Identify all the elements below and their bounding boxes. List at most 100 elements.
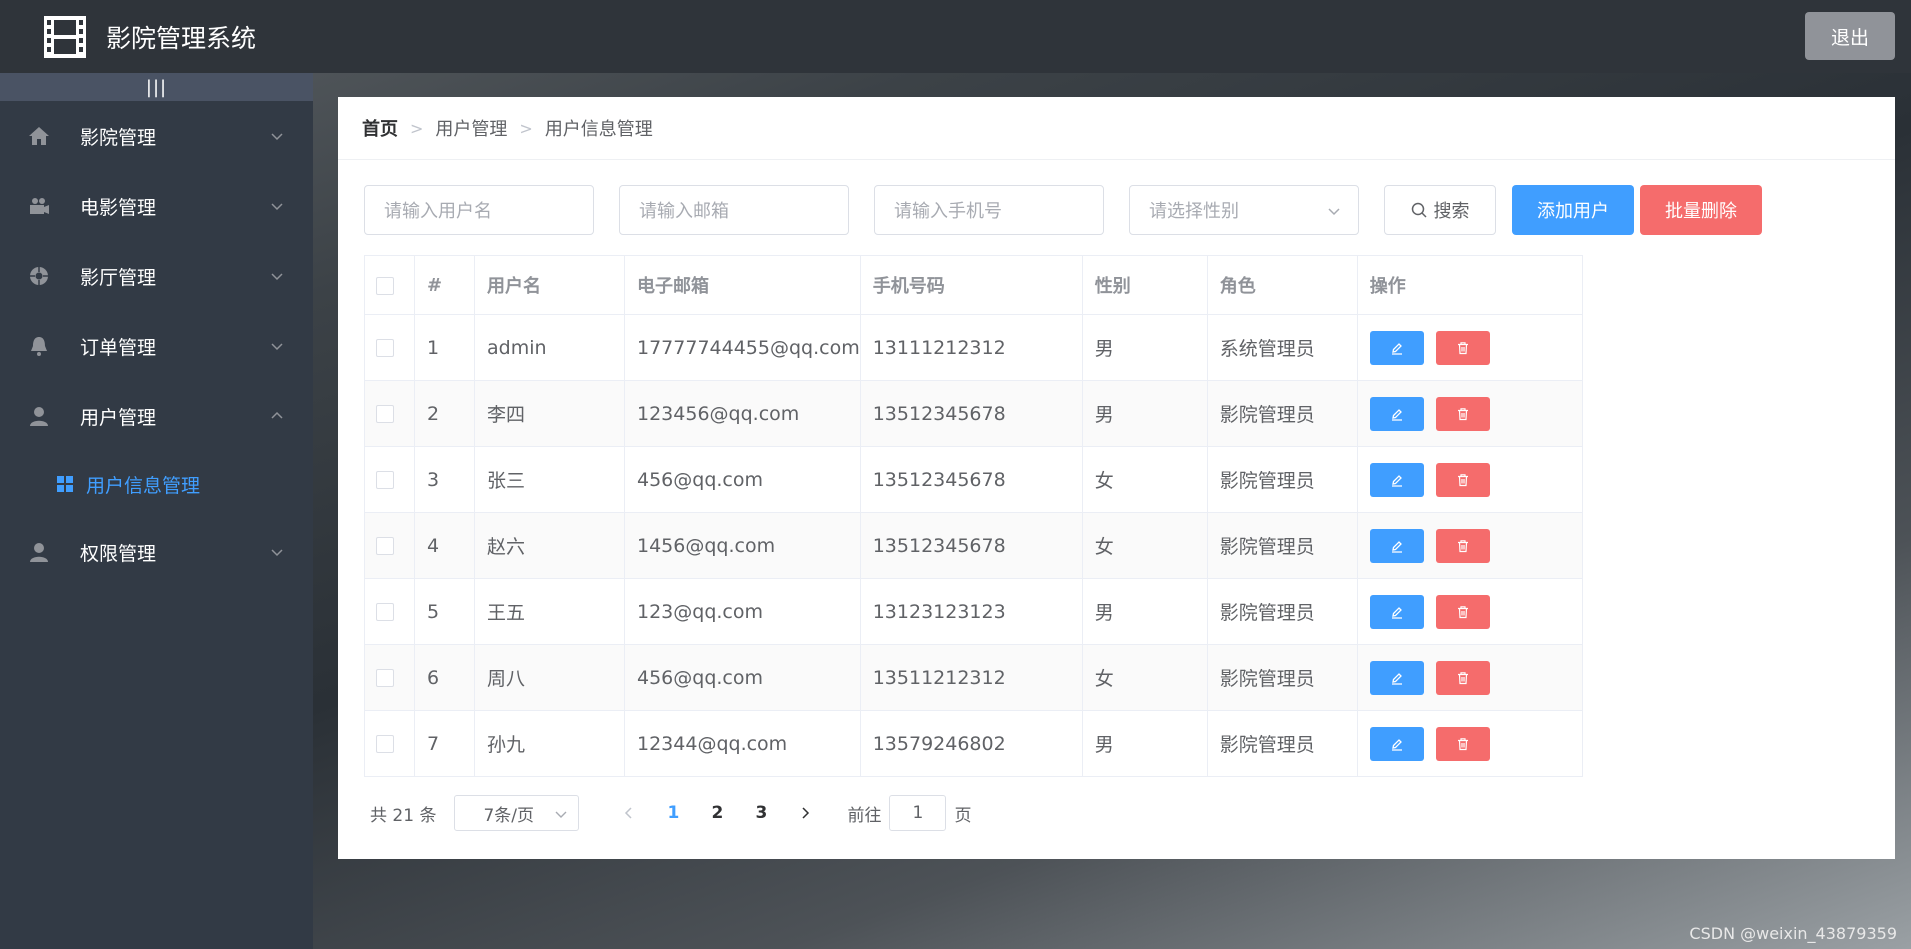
column-header-gender: 性别 xyxy=(1081,255,1208,315)
cell-role: 影院管理员 xyxy=(1206,380,1358,447)
camera-icon xyxy=(26,193,52,219)
sidebar-subitem-label: 用户信息管理 xyxy=(86,474,201,497)
edit-button[interactable] xyxy=(1369,726,1424,761)
row-checkbox[interactable] xyxy=(376,405,394,423)
search-button[interactable]: 搜索 xyxy=(1384,185,1496,235)
edit-button[interactable] xyxy=(1369,660,1424,695)
aperture-icon xyxy=(26,263,52,289)
cell-username: 周八 xyxy=(474,644,625,711)
delete-button[interactable] xyxy=(1435,330,1490,365)
cell-gender: 女 xyxy=(1081,446,1208,513)
row-checkbox[interactable] xyxy=(376,603,394,621)
cell-actions xyxy=(1356,380,1583,447)
select-all-checkbox[interactable] xyxy=(376,276,394,295)
column-header-username: 用户名 xyxy=(474,255,625,315)
row-checkbox[interactable] xyxy=(376,471,394,489)
cell-email: 1456@qq.com xyxy=(624,512,861,579)
edit-button[interactable] xyxy=(1369,396,1424,431)
sidebar-item-permission[interactable]: 权限管理 xyxy=(0,517,313,587)
row-select-cell xyxy=(364,446,415,513)
breadcrumb-home[interactable]: 首页 xyxy=(362,115,398,141)
edit-button[interactable] xyxy=(1369,594,1424,629)
edit-button[interactable] xyxy=(1369,462,1424,497)
cell-gender: 男 xyxy=(1081,380,1208,447)
sidebar-subitem-user-info[interactable]: 用户信息管理 xyxy=(0,451,313,517)
sidebar-item-movie[interactable]: 电影管理 xyxy=(0,171,313,241)
cell-username: 张三 xyxy=(474,446,625,513)
sidebar-collapse-toggle[interactable]: ||| xyxy=(0,73,313,101)
logout-button[interactable]: 退出 xyxy=(1805,12,1895,60)
goto-page-input[interactable]: 1 xyxy=(889,795,947,831)
row-checkbox[interactable] xyxy=(376,537,394,555)
page-1[interactable]: 1 xyxy=(651,803,695,823)
sidebar-item-order[interactable]: 订单管理 xyxy=(0,311,313,381)
cell-phone: 13512345678 xyxy=(859,446,1083,513)
cell-actions xyxy=(1356,578,1583,645)
chevron-down-icon xyxy=(1326,203,1342,219)
email-input[interactable]: 请输入邮箱 xyxy=(619,185,849,235)
cell-username: 王五 xyxy=(474,578,625,645)
row-select-cell xyxy=(364,644,415,711)
delete-button[interactable] xyxy=(1435,594,1490,629)
cell-email: 456@qq.com xyxy=(624,644,861,711)
page-3[interactable]: 3 xyxy=(739,803,783,823)
sidebar-item-label: 用户管理 xyxy=(80,406,157,429)
breadcrumb: 首页 > 用户管理 > 用户信息管理 xyxy=(338,97,1895,160)
chevron-down-icon xyxy=(269,337,285,353)
delete-button[interactable] xyxy=(1435,528,1490,563)
delete-button[interactable] xyxy=(1435,660,1490,695)
trash-icon xyxy=(1457,539,1468,552)
cell-actions xyxy=(1356,512,1583,579)
trash-icon xyxy=(1457,737,1468,750)
home-icon xyxy=(26,123,52,149)
cell-email: 17777744455@qq.com xyxy=(624,314,861,381)
row-checkbox[interactable] xyxy=(376,735,394,753)
sidebar-item-cinema[interactable]: 影院管理 xyxy=(0,101,313,171)
page-size-select[interactable]: 7条/页 xyxy=(454,795,580,831)
cell-actions xyxy=(1356,446,1583,513)
edit-icon xyxy=(1391,672,1402,685)
sidebar-item-label: 订单管理 xyxy=(80,336,157,359)
sidebar-item-user[interactable]: 用户管理 xyxy=(0,381,313,451)
cell-index: 1 xyxy=(414,314,475,381)
grid-icon xyxy=(56,474,76,494)
page-size-value: 7条/页 xyxy=(483,805,534,826)
gender-select[interactable]: 请选择性别 xyxy=(1129,185,1359,235)
delete-button[interactable] xyxy=(1435,462,1490,497)
row-select-cell xyxy=(364,314,415,381)
phone-input[interactable]: 请输入手机号 xyxy=(874,185,1104,235)
search-icon xyxy=(1411,202,1428,219)
select-all-cell xyxy=(364,255,415,315)
cell-actions xyxy=(1356,710,1583,777)
chevron-up-icon xyxy=(269,407,285,423)
delete-button[interactable] xyxy=(1435,396,1490,431)
next-page-icon[interactable] xyxy=(783,806,827,820)
cell-index: 2 xyxy=(414,380,475,447)
table-body: 1 admin 17777744455@qq.com 13111212312 男系统管理… xyxy=(364,314,1583,777)
table-row: 6 周八 456@qq.com 13511212312 女影院管理员 xyxy=(364,644,1583,711)
cell-email: 456@qq.com xyxy=(624,446,861,513)
edit-button[interactable] xyxy=(1369,330,1424,365)
batch-delete-button[interactable]: 批量删除 xyxy=(1640,185,1762,235)
cell-phone: 13511212312 xyxy=(859,644,1083,711)
prev-page-icon[interactable] xyxy=(607,806,651,820)
username-input[interactable]: 请输入用户名 xyxy=(364,185,594,235)
row-checkbox[interactable] xyxy=(376,339,394,357)
add-user-button[interactable]: 添加用户 xyxy=(1512,185,1634,235)
cell-index: 5 xyxy=(414,578,475,645)
breadcrumb-user-management: 用户管理 xyxy=(435,119,508,140)
cell-role: 系统管理员 xyxy=(1206,314,1358,381)
cell-role: 影院管理员 xyxy=(1206,446,1358,513)
column-header-email: 电子邮箱 xyxy=(624,255,861,315)
sidebar-item-label: 影院管理 xyxy=(80,126,157,149)
cell-username: 孙九 xyxy=(474,710,625,777)
page-2[interactable]: 2 xyxy=(695,803,739,823)
sidebar-item-hall[interactable]: 影厅管理 xyxy=(0,241,313,311)
goto-prefix: 前往 xyxy=(847,805,882,826)
row-checkbox[interactable] xyxy=(376,669,394,687)
cell-email: 12344@qq.com xyxy=(624,710,861,777)
edit-button[interactable] xyxy=(1369,528,1424,563)
chevron-down-icon xyxy=(269,127,285,143)
user-icon xyxy=(26,403,52,429)
delete-button[interactable] xyxy=(1435,726,1490,761)
